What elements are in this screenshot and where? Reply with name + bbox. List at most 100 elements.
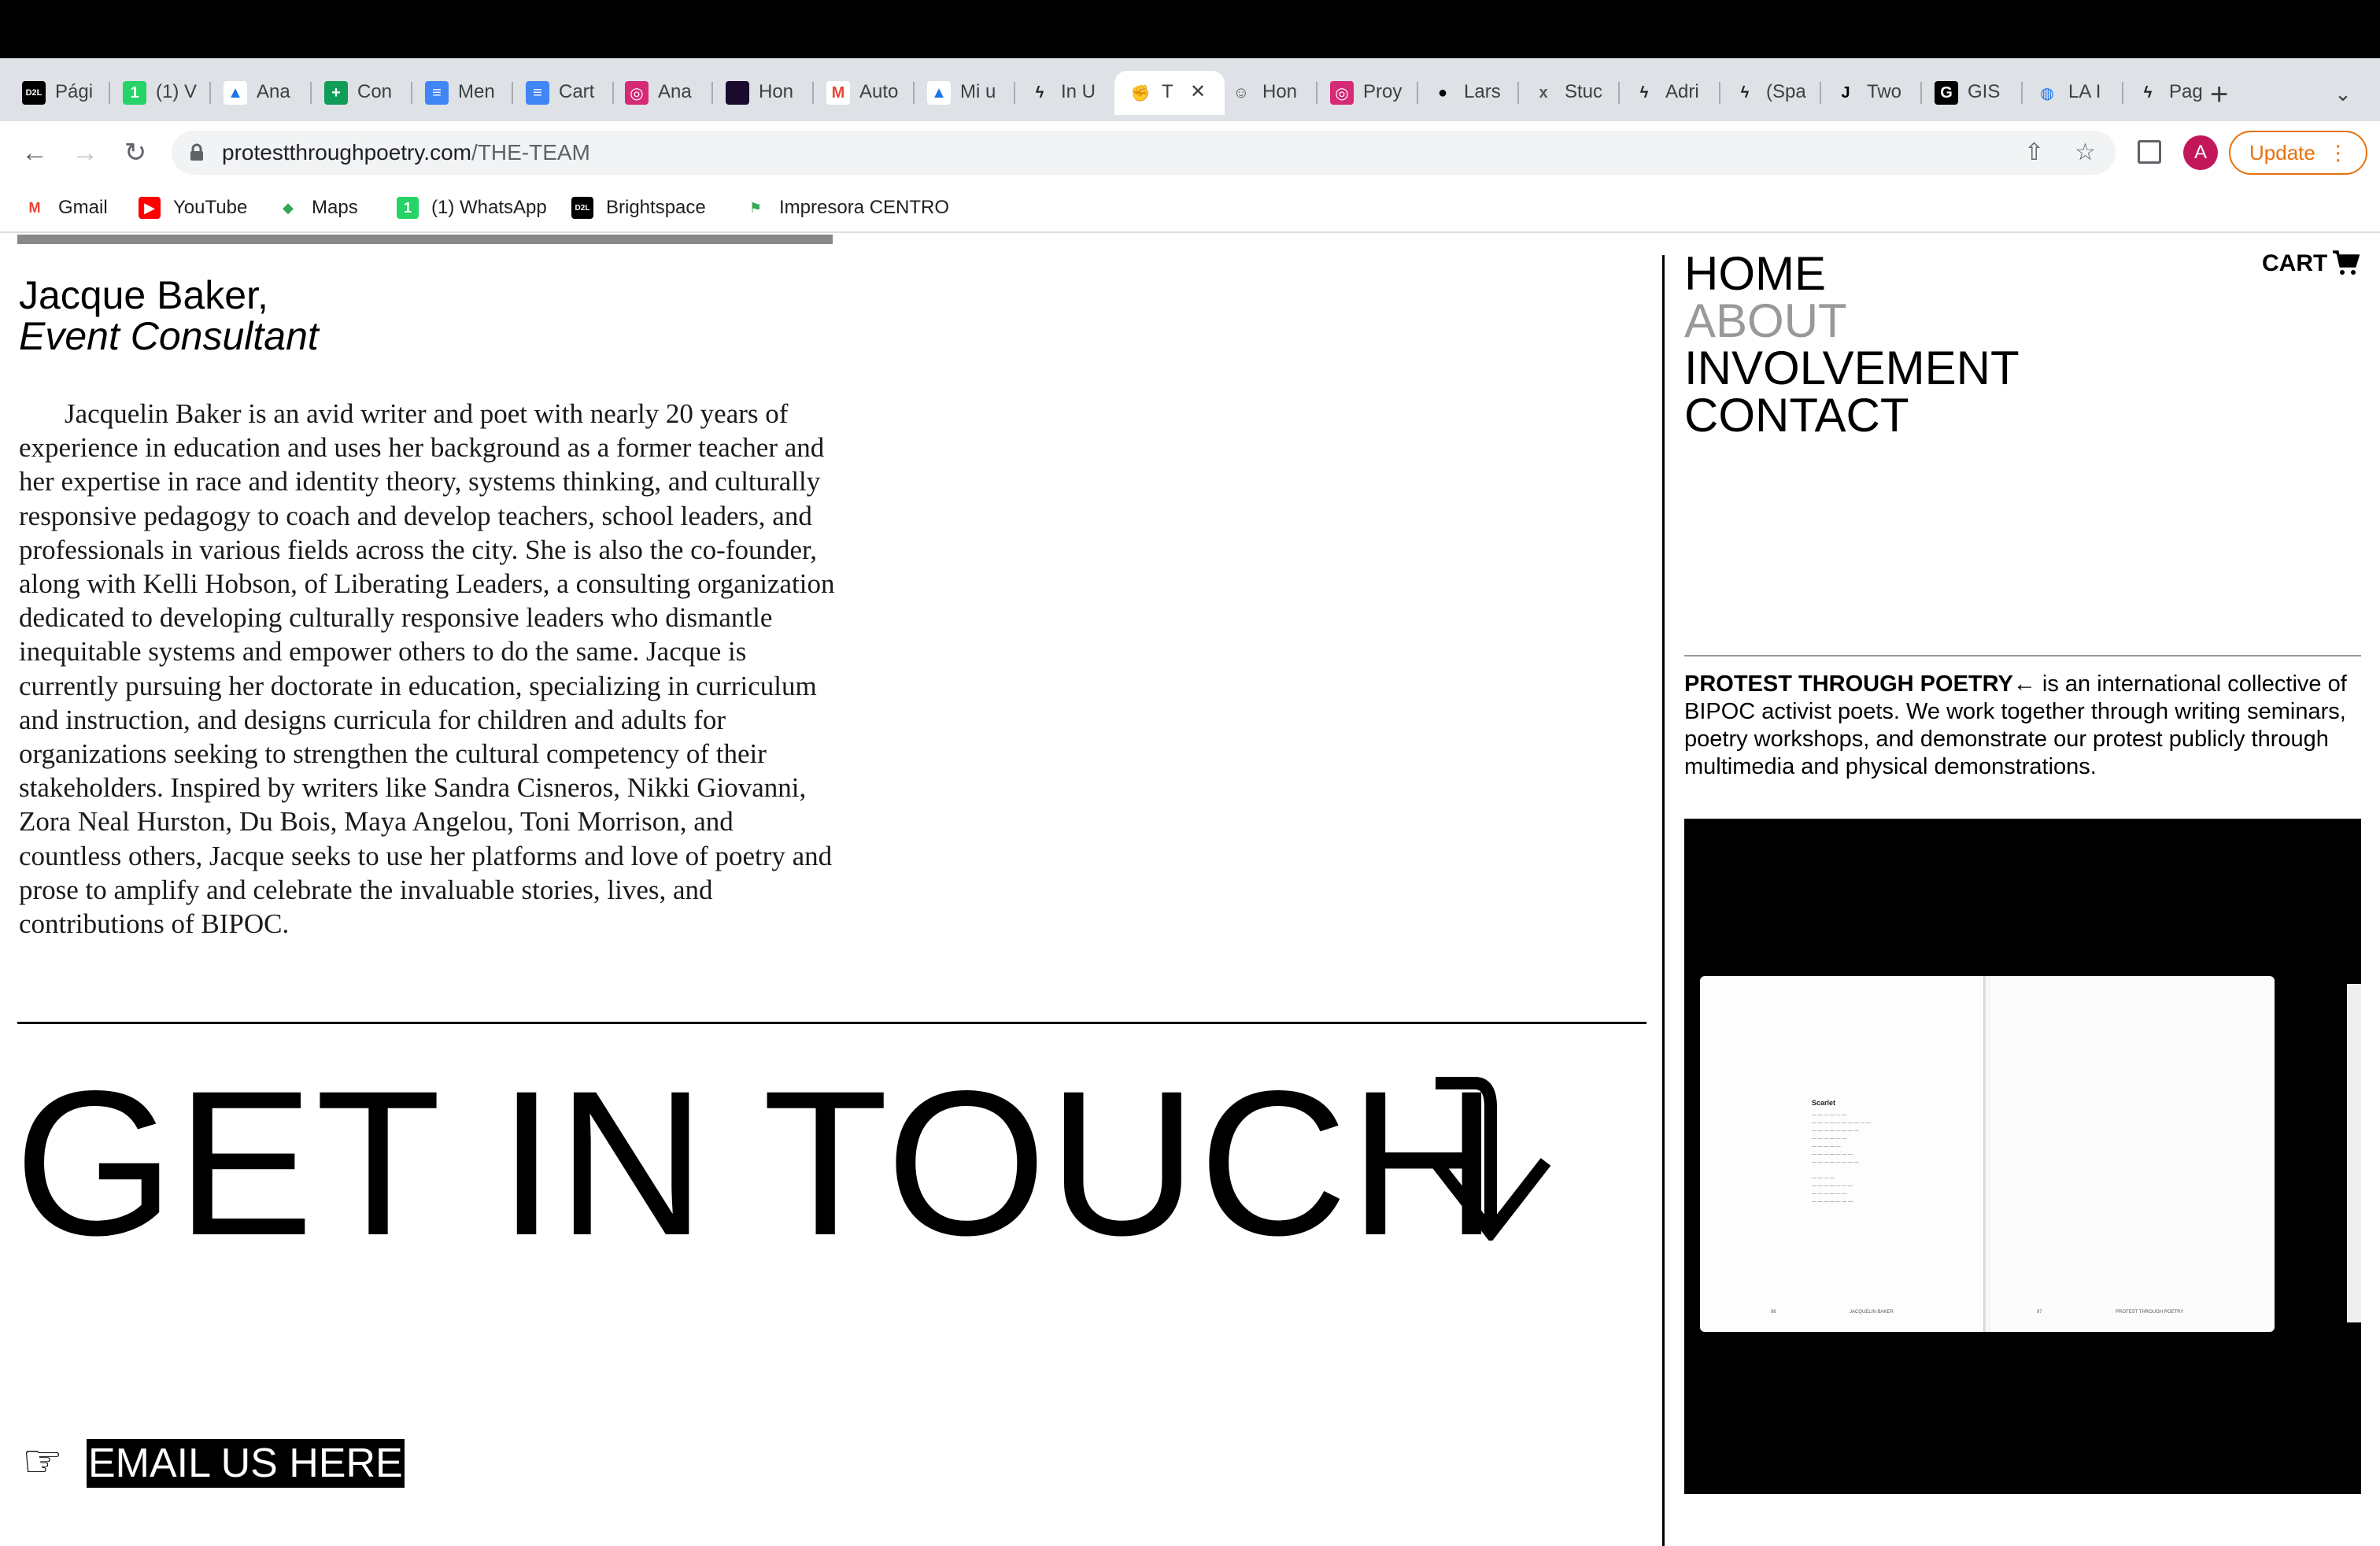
tab-15[interactable]: x Stuc xyxy=(1517,71,1618,115)
share-icon[interactable]: ⇧ xyxy=(2024,139,2044,166)
tab-label: Pági xyxy=(55,81,94,102)
j-icon: J xyxy=(1841,83,1850,102)
poem-line: — — — — xyxy=(1812,1176,1835,1181)
back-arrow-icon[interactable]: ← xyxy=(17,135,52,170)
book-left-page: Scarlet — — — — — — — — — — — — — — — — … xyxy=(1700,976,1985,1332)
tab-7[interactable]: ● Hon xyxy=(711,71,812,115)
update-button[interactable]: Update ⋮ xyxy=(2229,131,2367,175)
pointing-hand-icon: ☞ xyxy=(22,1436,63,1487)
tab-6[interactable]: ◎ Ana xyxy=(611,71,711,115)
gmail-icon: M xyxy=(24,197,46,219)
bookmark-star-icon[interactable]: ☆ xyxy=(2075,139,2096,166)
bookmark-youtube[interactable]: ▶ YouTube xyxy=(139,194,247,222)
tab-4[interactable]: ≡ Men xyxy=(411,71,512,115)
tab-label: Con xyxy=(357,81,393,102)
cart-link[interactable]: CART xyxy=(2262,250,2327,277)
nav-involvement[interactable]: INVOLVEMENT xyxy=(1684,345,2020,392)
tab-12[interactable]: ☺ Hon xyxy=(1215,71,1316,115)
tab-2[interactable]: ▲ Ana xyxy=(209,71,310,115)
poem-line: — — — — — — — — — — xyxy=(1812,1121,1872,1126)
poem-line: — — — — — xyxy=(1812,1145,1841,1149)
close-tab-icon[interactable]: ✕ xyxy=(1190,80,1206,103)
nav-contact[interactable]: CONTACT xyxy=(1684,392,1909,439)
tab-label: T xyxy=(1162,81,1173,102)
bookmark-label: YouTube xyxy=(173,197,248,218)
poem-line: — — — — — — xyxy=(1812,1192,1847,1196)
poem-line: — — — — — — — xyxy=(1812,1152,1853,1157)
cart-icon[interactable] xyxy=(2331,249,2360,277)
flag-icon: ⚑ xyxy=(745,197,767,219)
d2l-icon: D2L xyxy=(571,197,593,219)
bookmark-gmail[interactable]: M Gmail xyxy=(24,194,108,222)
tab-20[interactable]: ◍ LA I xyxy=(2021,71,2122,115)
page-number: 97 xyxy=(2037,1310,2042,1315)
instagram-icon: ◎ xyxy=(1330,81,1354,105)
reload-icon[interactable]: ↻ xyxy=(118,135,153,170)
google-sheets-icon: + xyxy=(324,81,348,105)
section-divider xyxy=(17,1022,1646,1024)
tab-label: Pag xyxy=(2169,81,2203,102)
bookmark-brightspace[interactable]: D2L Brightspace xyxy=(571,194,706,222)
tab-label: Stuc xyxy=(1565,81,1603,102)
tab-label: Mi u xyxy=(960,81,996,102)
tab-label: Ana xyxy=(658,81,692,102)
tab-search-chevron-icon[interactable]: ⌄ xyxy=(2334,82,2352,106)
bookmark-maps[interactable]: ◆ Maps xyxy=(277,194,358,222)
bookmark-impresora-centro[interactable]: ⚑ Impresora CENTRO xyxy=(745,194,949,222)
tab-17[interactable]: ϟ (Spa xyxy=(1719,71,1820,115)
tab-16[interactable]: ϟ Adri xyxy=(1618,71,1719,115)
tab-10[interactable]: ϟ In U xyxy=(1014,71,1114,115)
url-text[interactable]: protestthroughpoetry.com/THE-TEAM xyxy=(222,140,590,165)
nav-about[interactable]: ABOUT xyxy=(1684,298,1847,345)
x-icon: x xyxy=(1539,83,1548,102)
tab-1[interactable]: 1 (1) V xyxy=(109,71,209,115)
tab-label: Men xyxy=(458,81,495,102)
next-book-edge xyxy=(2347,984,2361,1322)
page-number: 96 xyxy=(1771,1310,1776,1315)
tab-21[interactable]: ϟ Pag xyxy=(2122,71,2223,115)
bookmark-label: Brightspace xyxy=(606,197,706,218)
tab-label: LA I xyxy=(2068,81,2101,102)
bookmark--1-whatsapp[interactable]: 1 (1) WhatsApp xyxy=(397,194,547,222)
poem-line: — — — — — — xyxy=(1812,1137,1847,1141)
tab-9[interactable]: ▲ Mi u xyxy=(913,71,1014,115)
hand-emoji-icon: ✊ xyxy=(1130,84,1151,102)
globe-icon: ◍ xyxy=(2040,84,2054,102)
tab-3[interactable]: + Con xyxy=(310,71,411,115)
tab-5[interactable]: ≡ Cart xyxy=(512,71,612,115)
tab-label: Cart xyxy=(559,81,595,102)
bolt-icon: ϟ xyxy=(1639,83,1649,102)
profile-avatar[interactable]: A xyxy=(2183,135,2218,170)
page-footer: PROTEST THROUGH POETRY xyxy=(2116,1310,2184,1315)
side-panel-icon[interactable] xyxy=(2138,140,2161,164)
tab-13[interactable]: ◎ Proy xyxy=(1316,71,1417,115)
email-us-link[interactable]: EMAIL US HERE xyxy=(87,1439,405,1488)
bookmark-label: Gmail xyxy=(58,197,108,218)
bookmark-label: Maps xyxy=(312,197,358,218)
gmail-icon: M xyxy=(826,81,850,105)
poem-line: — — — — — — — — xyxy=(1812,1160,1859,1165)
google-docs-icon: ≡ xyxy=(425,81,449,105)
tab-label: GIS xyxy=(1968,81,2001,102)
tab-0[interactable]: D2L Pági xyxy=(8,71,109,115)
tab-11[interactable]: ✊ T ✕ xyxy=(1114,71,1225,115)
member-role: Event Consultant xyxy=(19,314,319,358)
tab-label: Two xyxy=(1867,81,1902,102)
tab-19[interactable]: G GIS xyxy=(1920,71,2021,115)
nav-home[interactable]: HOME xyxy=(1684,250,1826,298)
tab-14[interactable]: ● Lars xyxy=(1417,71,1517,115)
forward-arrow-icon[interactable]: → xyxy=(68,135,102,170)
book-image: Scarlet — — — — — — — — — — — — — — — — … xyxy=(1684,819,2361,1494)
instagram-icon: ◎ xyxy=(625,81,649,105)
member-bio: Jacquelin Baker is an avid writer and po… xyxy=(19,398,835,940)
d2l-icon: D2L xyxy=(22,81,46,105)
tab-8[interactable]: M Auto xyxy=(812,71,913,115)
tab-18[interactable]: J Two xyxy=(1820,71,1920,115)
new-tab-button[interactable]: + xyxy=(2210,77,2228,113)
sidebar-rule xyxy=(1684,655,2361,656)
gis-icon: G xyxy=(1935,81,1958,105)
tab-label: Proy xyxy=(1363,81,1402,102)
tab-label: Adri xyxy=(1665,81,1699,102)
down-arrow-icon xyxy=(1430,1077,1551,1241)
tab-label: Ana xyxy=(257,81,290,102)
